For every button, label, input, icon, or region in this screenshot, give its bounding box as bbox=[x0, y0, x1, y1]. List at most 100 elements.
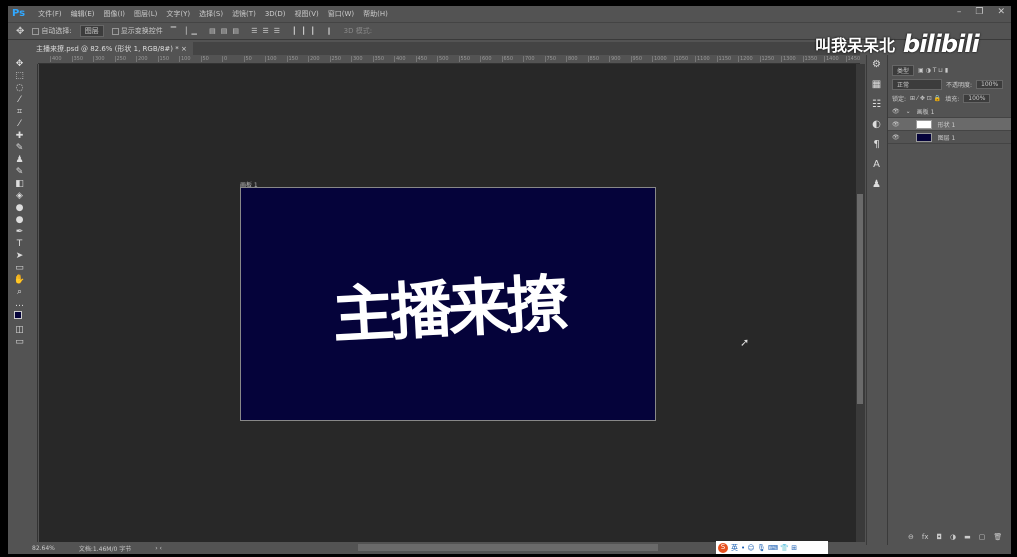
ruler-tick: 950 bbox=[630, 56, 643, 62]
align-icons[interactable]: ▔▕▁ ▤▤▤ ☰☰☰ ┃┃┃ ‖ bbox=[171, 27, 336, 35]
vertical-scrollbar[interactable] bbox=[856, 64, 865, 542]
ruler-tick: 1150 bbox=[716, 56, 732, 62]
eraser-tool[interactable]: ◧ bbox=[15, 179, 24, 189]
history-brush-tool[interactable]: ✎ bbox=[16, 167, 24, 177]
crop-tool[interactable]: ⌗ bbox=[17, 107, 22, 117]
trash-icon[interactable]: 🗑 bbox=[993, 533, 1002, 541]
layer-shape[interactable]: 👁 形状 1 bbox=[888, 118, 1011, 131]
show-transform-checkbox[interactable]: 显示变换控件 bbox=[111, 26, 163, 36]
move-tool[interactable]: ✥ bbox=[16, 59, 24, 69]
filter-icons[interactable]: ▣ ◑ T ⊔ ▮ bbox=[918, 67, 948, 74]
eyedropper-tool[interactable]: ⁄ bbox=[19, 119, 21, 129]
menu-window[interactable]: 窗口(W) bbox=[328, 9, 354, 19]
more-tools[interactable]: … bbox=[15, 299, 24, 309]
document-tab[interactable]: 主播来撩.psd @ 82.6% (形状 1, RGB/8#) * × bbox=[30, 42, 193, 55]
auto-select-checkbox[interactable]: 自动选择: bbox=[32, 26, 72, 36]
fx-icon[interactable]: fx bbox=[922, 533, 929, 541]
fill-input[interactable]: 100% bbox=[963, 93, 991, 103]
expand-icon[interactable]: ⌄ bbox=[906, 108, 911, 115]
artboard[interactable]: 主播来撩 bbox=[240, 187, 656, 421]
ruler-tick: 250 bbox=[114, 56, 127, 62]
folder-icon[interactable]: ▬ bbox=[964, 533, 971, 541]
eye-icon[interactable]: 👁 bbox=[892, 134, 900, 141]
layer-filter-row: 类型 ▣ ◑ T ⊔ ▮ bbox=[888, 63, 1011, 77]
eye-icon[interactable]: 👁 bbox=[892, 121, 900, 128]
stamp-icon[interactable]: ♟ bbox=[872, 179, 881, 190]
pen-tool[interactable]: ✒ bbox=[16, 227, 24, 237]
layer-artboard[interactable]: 👁 ⌄ 画板 1 bbox=[888, 105, 1011, 118]
color-swatches[interactable] bbox=[13, 311, 26, 323]
ruler-tick: 100 bbox=[179, 56, 191, 62]
menu-layer[interactable]: 图层(L) bbox=[134, 9, 157, 19]
opacity-input[interactable]: 100% bbox=[976, 79, 1004, 89]
ime-toolbar[interactable]: S 英 • ☺ 🎙 ⌨ 👕 ⊞ bbox=[716, 541, 828, 554]
adjust-icon[interactable]: ☷ bbox=[872, 99, 881, 110]
watermark: 叫我呆呆北 bilibili bbox=[815, 30, 980, 58]
ruler-tick: 150 bbox=[157, 56, 170, 62]
menu-filter[interactable]: 滤镜(T) bbox=[232, 9, 256, 19]
minimize-icon[interactable]: – bbox=[957, 7, 962, 17]
vertical-ruler bbox=[30, 64, 38, 542]
brush-tool[interactable]: ✎ bbox=[16, 143, 24, 153]
path-select-tool[interactable]: ➤ bbox=[16, 251, 24, 261]
move-tool-icon[interactable]: ✥ bbox=[16, 26, 24, 37]
menu-file[interactable]: 文件(F) bbox=[38, 9, 62, 19]
new-layer-icon[interactable]: ▢ bbox=[979, 533, 986, 541]
menu-select[interactable]: 选择(S) bbox=[199, 9, 223, 19]
menu-help[interactable]: 帮助(H) bbox=[363, 9, 388, 19]
adjust-layer-icon[interactable]: ◑ bbox=[950, 533, 956, 541]
ruler-tick: 350 bbox=[372, 56, 385, 62]
stamp-tool[interactable]: ♟ bbox=[15, 155, 23, 165]
type-tool[interactable]: T bbox=[17, 239, 23, 249]
opacity-label: 不透明度: bbox=[946, 81, 973, 89]
magic-wand-tool[interactable]: ⁄ bbox=[19, 95, 21, 105]
ruler-tick: 50 bbox=[243, 56, 252, 62]
blend-mode-dropdown[interactable]: 正常 bbox=[892, 78, 942, 90]
layer-filter-dropdown[interactable]: 类型 bbox=[892, 64, 915, 76]
hand-tool[interactable]: ✋ bbox=[14, 275, 25, 285]
history-icon[interactable]: ⚙ bbox=[872, 59, 881, 70]
lasso-tool[interactable]: ◌ bbox=[16, 83, 24, 93]
quick-mask-icon[interactable]: ◫ bbox=[15, 325, 24, 335]
menu-edit[interactable]: 编辑(E) bbox=[71, 9, 95, 19]
screen-mode-icon[interactable]: ▭ bbox=[15, 337, 24, 347]
layer-fill[interactable]: 👁 图层 1 bbox=[888, 131, 1011, 144]
auto-select-dropdown[interactable]: 图层 bbox=[79, 25, 104, 37]
ime-icons[interactable]: • ☺ 🎙 ⌨ 👕 ⊞ bbox=[741, 544, 797, 552]
doc-size: 文档:1.46M/0 字节 bbox=[78, 545, 132, 553]
shape-tool[interactable]: ▭ bbox=[15, 263, 24, 273]
paragraph-icon[interactable]: ¶ bbox=[873, 139, 879, 150]
menu-image[interactable]: 图像(I) bbox=[104, 9, 126, 19]
color-icon[interactable]: ◐ bbox=[872, 119, 881, 130]
ime-language[interactable]: 英 bbox=[731, 543, 738, 553]
close-icon[interactable]: ✕ bbox=[997, 7, 1005, 17]
link-icon[interactable]: ⊖ bbox=[908, 533, 914, 541]
marquee-tool[interactable]: ⬚ bbox=[15, 71, 24, 81]
artboard-text[interactable]: 主播来撩 bbox=[330, 253, 567, 355]
mask-icon[interactable]: ◘ bbox=[936, 533, 942, 541]
layer-thumbnail bbox=[915, 132, 932, 142]
lock-icons[interactable]: ⊞ ⁄ ✥ ⊡ 🔒 bbox=[910, 95, 941, 102]
ruler-tick: 50 bbox=[200, 56, 209, 62]
menu-3d[interactable]: 3D(D) bbox=[265, 10, 286, 18]
menu-type[interactable]: 文字(Y) bbox=[166, 9, 190, 19]
menu-view[interactable]: 视图(V) bbox=[295, 9, 319, 19]
tab-close-icon[interactable]: × bbox=[181, 45, 187, 53]
canvas-area[interactable]: 画板 1 主播来撩 ➚ bbox=[39, 64, 856, 542]
char-icon[interactable]: A bbox=[873, 159, 880, 170]
dodge-tool[interactable]: ● bbox=[16, 215, 24, 225]
blur-tool[interactable]: ● bbox=[16, 203, 24, 213]
ruler-tick: 700 bbox=[523, 56, 535, 62]
horizontal-ruler: 400 350 300 250 200 150 100 50 0 50 100 150 200 250 30… bbox=[38, 56, 860, 64]
horizontal-scrollbar[interactable] bbox=[358, 544, 658, 551]
panel-icons: ⚙ ▦ ☷ ◐ ¶ A ♟ bbox=[866, 55, 886, 545]
eye-icon[interactable]: 👁 bbox=[892, 108, 900, 115]
restore-icon[interactable]: ❐ bbox=[975, 7, 983, 17]
healing-tool[interactable]: ✚ bbox=[16, 131, 24, 141]
table-icon[interactable]: ▦ bbox=[872, 79, 881, 90]
scroll-thumb[interactable] bbox=[857, 194, 863, 404]
zoom-level[interactable]: 82.64% bbox=[32, 545, 55, 552]
bucket-tool[interactable]: ◈ bbox=[16, 191, 23, 201]
zoom-tool[interactable]: ⌕ bbox=[17, 287, 22, 297]
status-arrow-icon[interactable]: › ‹ bbox=[155, 545, 162, 552]
